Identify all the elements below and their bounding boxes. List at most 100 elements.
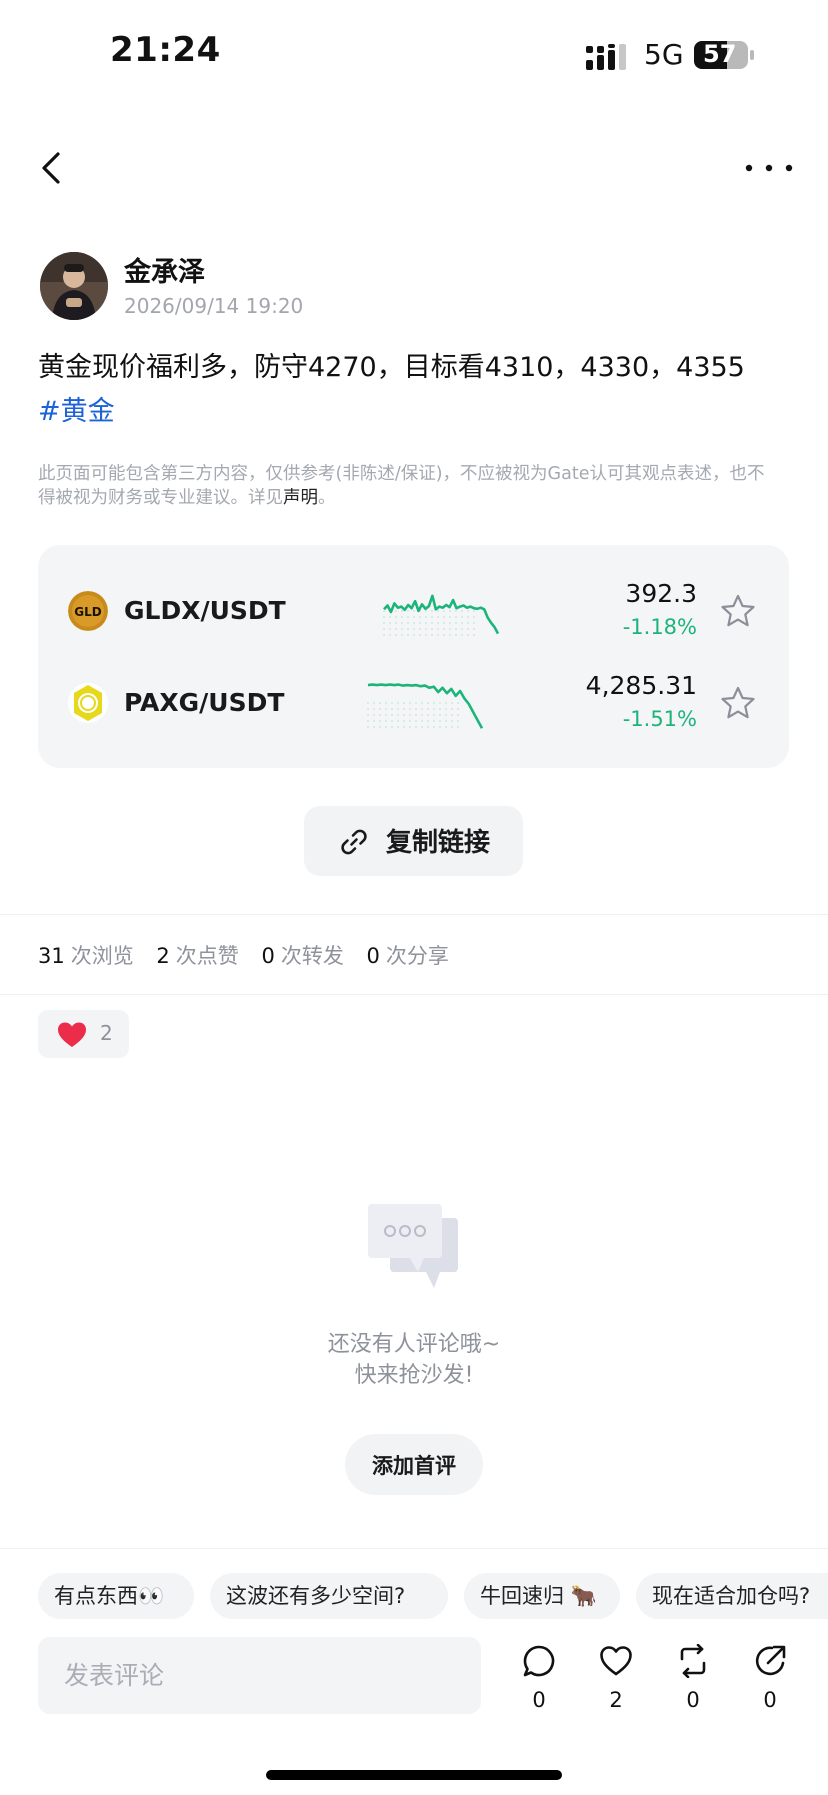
sparkline-dot	[385, 720, 387, 722]
market-row-gldx[interactable]: GLD GLDX/USDT 392.3 -1.18%	[38, 545, 789, 639]
sparkline-dot	[395, 610, 397, 612]
sparkline-dot	[439, 702, 441, 704]
likes-label: 次点赞	[175, 944, 239, 968]
repost-icon[interactable]	[676, 1644, 710, 1678]
like-count: 2	[609, 1688, 623, 1712]
quick-reply-chip[interactable]: 牛回速归 🐂	[464, 1573, 620, 1619]
sparkline-dot	[437, 622, 439, 624]
back-icon[interactable]	[38, 148, 68, 188]
views-label: 次浏览	[70, 944, 134, 968]
sparkline-dot	[413, 628, 415, 630]
disclaimer-end: 。	[318, 488, 336, 508]
hashtag-link[interactable]: #黄金	[38, 396, 115, 427]
quick-reply-chip[interactable]: 这波还有多少空间?	[210, 1573, 448, 1619]
sparkline-dot	[419, 634, 421, 636]
sparkline-dot	[385, 714, 387, 716]
sparkline-dot	[385, 708, 387, 710]
sparkline-dot	[427, 726, 429, 728]
sparkline-dot	[413, 634, 415, 636]
sparkline-dot	[421, 702, 423, 704]
sparkline-dot	[413, 622, 415, 624]
share-icon[interactable]	[753, 1644, 787, 1678]
copy-link-button[interactable]: 复制链接	[304, 806, 523, 876]
comment-input[interactable]	[38, 1637, 481, 1714]
sparkline-dot	[401, 628, 403, 630]
sparkline-dot	[451, 720, 453, 722]
reposts-count: 0	[261, 944, 275, 968]
sparkline-dot	[461, 610, 463, 612]
sparkline-dot	[443, 622, 445, 624]
signal-icon	[586, 44, 626, 70]
star-icon[interactable]	[720, 593, 756, 629]
heart-reaction[interactable]: 2	[38, 1010, 129, 1058]
post-content: 黄金现价福利多，防守4270，目标看4310，4330，4355 #黄金	[38, 346, 798, 434]
sparkline-dot	[431, 634, 433, 636]
sparkline-dot	[457, 708, 459, 710]
sparkline-dot	[421, 720, 423, 722]
sparkline-dot	[383, 622, 385, 624]
like-icon[interactable]	[599, 1644, 633, 1678]
repost-count: 0	[686, 1688, 700, 1712]
comment-icon[interactable]	[522, 1644, 556, 1678]
sparkline-dot	[443, 610, 445, 612]
sparkline-dot	[415, 702, 417, 704]
sparkline-dot	[403, 714, 405, 716]
author-name[interactable]: 金承泽	[124, 250, 205, 289]
price-value: 4,285.31	[585, 671, 697, 700]
battery-level: 57	[703, 40, 737, 68]
quick-reply-chip[interactable]: 有点东西👀	[38, 1573, 194, 1619]
comment-count: 0	[532, 1688, 546, 1712]
gld-coin-icon: GLD	[68, 591, 108, 631]
sparkline-dot	[425, 628, 427, 630]
sparkline-dot	[397, 708, 399, 710]
sparkline-dot	[403, 702, 405, 704]
sparkline-dot	[373, 726, 375, 728]
sparkline-dot	[449, 616, 451, 618]
market-row-paxg[interactable]: PAXG/USDT 4,285.31 -1.51%	[38, 637, 789, 731]
sparkline-dot	[427, 708, 429, 710]
sparkline-dot	[467, 628, 469, 630]
star-icon[interactable]	[720, 685, 756, 721]
disclaimer-link[interactable]: 声明	[283, 488, 318, 508]
avatar[interactable]	[40, 252, 108, 320]
sparkline-dot	[397, 726, 399, 728]
copy-link-label: 复制链接	[386, 828, 491, 858]
reposts-label: 次转发	[280, 944, 344, 968]
sparkline-dot	[439, 726, 441, 728]
sparkline-dot	[409, 702, 411, 704]
sparkline-dot	[373, 714, 375, 716]
sparkline-dot	[439, 708, 441, 710]
svg-text:GLD: GLD	[74, 605, 101, 619]
sparkline-dot	[413, 616, 415, 618]
sparkline-dot	[445, 726, 447, 728]
sparkline-dot	[437, 628, 439, 630]
sparkline-dot	[433, 708, 435, 710]
add-first-comment-button[interactable]: 添加首评	[345, 1434, 483, 1495]
sparkline-dot	[425, 610, 427, 612]
share-count: 0	[763, 1688, 777, 1712]
sparkline-dot	[443, 616, 445, 618]
sparkline-dot	[419, 628, 421, 630]
home-indicator	[266, 1770, 562, 1780]
sparkline-dot	[391, 726, 393, 728]
sparkline-dot	[461, 622, 463, 624]
sparkline-dot	[443, 634, 445, 636]
sparkline-dot	[433, 714, 435, 716]
sparkline-dot	[445, 720, 447, 722]
more-options-icon[interactable]	[744, 150, 794, 186]
sparkline-dot	[367, 702, 369, 704]
quick-reply-chip[interactable]: 现在适合加仓吗?	[636, 1573, 828, 1619]
sparkline-dot	[409, 726, 411, 728]
sparkline-dot	[467, 634, 469, 636]
sparkline-dot	[373, 708, 375, 710]
sparkline-dot	[427, 720, 429, 722]
sparkline-dot	[451, 702, 453, 704]
sparkline-dot	[383, 616, 385, 618]
sparkline-dot	[473, 622, 475, 624]
sparkline-dot	[473, 610, 475, 612]
pair-name: GLDX/USDT	[124, 596, 286, 625]
shares-count: 0	[366, 944, 380, 968]
sparkline-dot	[449, 634, 451, 636]
sparkline-dot	[457, 714, 459, 716]
pair-name: PAXG/USDT	[124, 688, 285, 717]
